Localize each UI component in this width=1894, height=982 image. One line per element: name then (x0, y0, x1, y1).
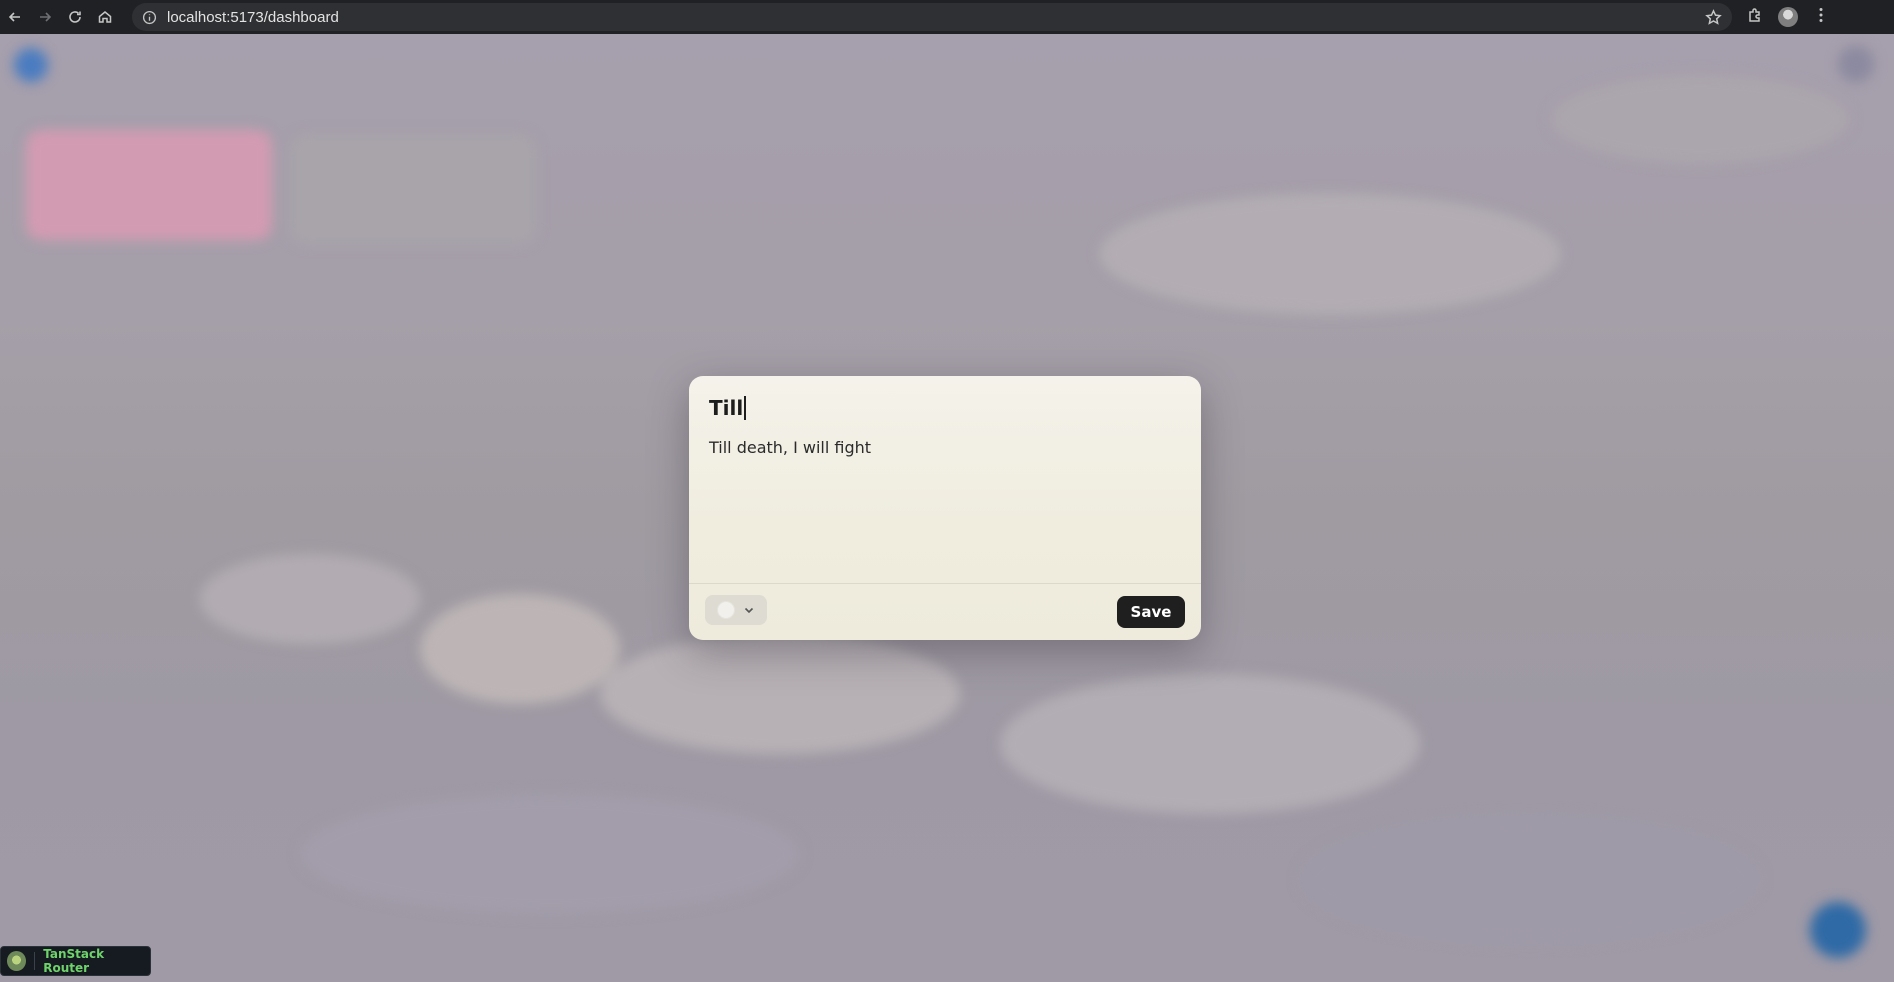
note-card[interactable] (26, 130, 272, 240)
color-swatch (717, 601, 735, 619)
back-icon[interactable] (0, 2, 30, 32)
profile-avatar[interactable] (1778, 7, 1798, 27)
tanstack-separator (34, 952, 36, 970)
forward-icon[interactable] (30, 2, 60, 32)
url-text: localhost:5173/dashboard (167, 8, 339, 26)
site-info-icon[interactable] (142, 10, 157, 25)
app-brand (62, 56, 70, 76)
app-logo[interactable] (14, 48, 48, 82)
add-note-button[interactable] (1810, 902, 1866, 958)
save-button[interactable]: Save (1117, 596, 1185, 628)
note-title-text: Till (709, 396, 744, 420)
home-icon[interactable] (90, 2, 120, 32)
tanstack-label: TanStack Router (43, 947, 105, 975)
menu-dots-icon[interactable] (1812, 6, 1830, 28)
note-body-input[interactable]: Till death, I will fight (709, 438, 871, 457)
text-cursor (744, 396, 746, 420)
star-icon[interactable] (1705, 8, 1722, 26)
note-title-input[interactable]: Till (709, 396, 746, 420)
color-picker-dropdown[interactable] (705, 595, 767, 625)
note-dialog: Till Till death, I will fight Save (689, 376, 1201, 640)
settings-button[interactable] (1838, 46, 1874, 82)
address-bar[interactable]: localhost:5173/dashboard (132, 3, 1732, 31)
tanstack-devtools-toggle[interactable]: TanStack Router (0, 946, 151, 976)
note-card[interactable] (290, 134, 536, 244)
browser-toolbar: localhost:5173/dashboard (0, 0, 1894, 34)
reload-icon[interactable] (60, 2, 90, 32)
dialog-divider (689, 583, 1201, 584)
extensions-icon[interactable] (1746, 6, 1764, 28)
chevron-down-icon (743, 604, 755, 616)
tanstack-logo (7, 951, 27, 971)
